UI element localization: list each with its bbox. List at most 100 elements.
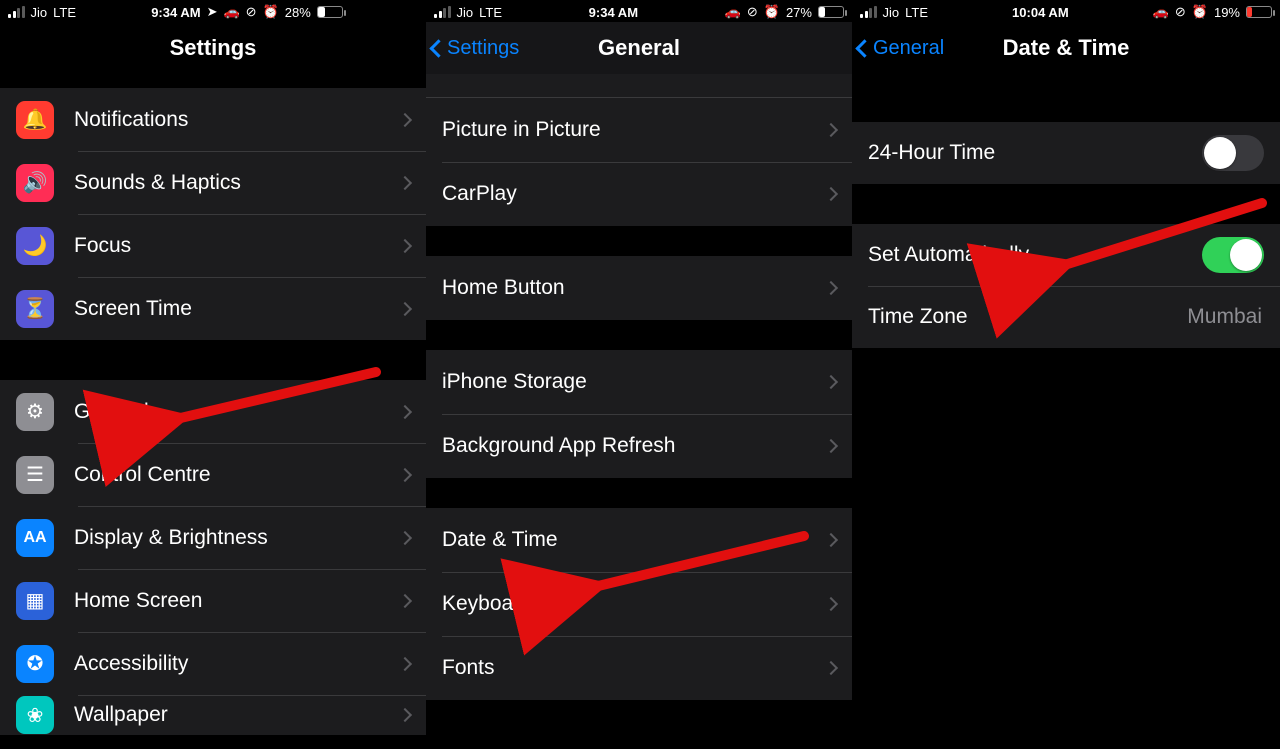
annotation-arrow-icon — [584, 530, 814, 600]
row-background-app-refresh[interactable]: Background App Refresh — [426, 414, 852, 478]
hourglass-icon: ⏳ — [16, 290, 54, 328]
flower-icon: ❀ — [16, 696, 54, 734]
chevron-right-icon — [398, 530, 412, 544]
row-focus[interactable]: 🌙 Focus — [0, 214, 426, 277]
row-label: 24-Hour Time — [868, 141, 1202, 165]
chevron-left-icon — [429, 39, 447, 57]
back-button[interactable]: General — [858, 22, 944, 74]
chevron-right-icon — [398, 708, 412, 722]
carrier-label: Jio — [883, 5, 900, 20]
row-label: Focus — [74, 234, 400, 258]
network-label: LTE — [53, 5, 76, 20]
statusbar: Jio LTE 9:34 AM 🚗 ⊘ ⏰ 27% — [426, 0, 852, 22]
chevron-right-icon — [824, 661, 838, 675]
orientation-lock-icon: ⊘ — [747, 4, 758, 20]
chevron-right-icon — [398, 301, 412, 315]
text-size-icon: AA — [16, 519, 54, 557]
row-label: Screen Time — [74, 297, 400, 321]
accessibility-icon: ✪ — [16, 645, 54, 683]
row-picture-in-picture[interactable]: Picture in Picture — [426, 98, 852, 162]
network-label: LTE — [905, 5, 928, 20]
chevron-right-icon — [824, 281, 838, 295]
alarm-icon: ⏰ — [263, 4, 279, 20]
row-label: Time Zone — [868, 305, 1187, 329]
row-home-screen[interactable]: ▦ Home Screen — [0, 569, 426, 632]
car-icon: 🚗 — [1153, 4, 1169, 20]
chevron-right-icon — [824, 375, 838, 389]
carrier-label: Jio — [31, 5, 48, 20]
row-label: iPhone Storage — [442, 370, 826, 394]
back-button[interactable]: Settings — [432, 22, 519, 74]
alarm-icon: ⏰ — [1192, 4, 1208, 20]
panel-settings: Jio LTE 9:34 AM ➤ 🚗 ⊘ ⏰ 28% Settings 🔔 N… — [0, 0, 426, 749]
battery-pct: 27% — [786, 5, 812, 20]
row-label: Accessibility — [74, 652, 400, 676]
group-media: Picture in Picture CarPlay — [426, 98, 852, 226]
car-icon: 🚗 — [725, 4, 741, 20]
group-24hour: 24-Hour Time — [852, 122, 1280, 184]
moon-icon: 🌙 — [16, 227, 54, 265]
battery-icon — [1246, 6, 1272, 18]
chevron-left-icon — [855, 39, 873, 57]
chevron-right-icon — [824, 123, 838, 137]
row-sounds[interactable]: 🔊 Sounds & Haptics — [0, 151, 426, 214]
back-label: General — [873, 37, 944, 60]
row-screentime[interactable]: ⏳ Screen Time — [0, 277, 426, 340]
clock-label: 9:34 AM — [151, 5, 200, 20]
row-time-zone[interactable]: Time Zone Mumbai — [852, 286, 1280, 348]
battery-icon — [818, 6, 844, 18]
chevron-right-icon — [824, 533, 838, 547]
row-24-hour[interactable]: 24-Hour Time — [852, 122, 1280, 184]
orientation-lock-icon: ⊘ — [246, 4, 257, 20]
row-label: Fonts — [442, 656, 826, 680]
chevron-right-icon — [398, 238, 412, 252]
group-notifications: 🔔 Notifications 🔊 Sounds & Haptics 🌙 Foc… — [0, 88, 426, 340]
chevron-right-icon — [398, 656, 412, 670]
statusbar: Jio LTE 10:04 AM 🚗 ⊘ ⏰ 19% — [852, 0, 1280, 22]
toggle-24-hour[interactable] — [1202, 135, 1264, 171]
chevron-right-icon — [398, 593, 412, 607]
row-wallpaper[interactable]: ❀ Wallpaper — [0, 695, 426, 735]
toggles-icon: ☰ — [16, 456, 54, 494]
chevron-right-icon — [398, 175, 412, 189]
network-label: LTE — [479, 5, 502, 20]
chevron-right-icon — [398, 467, 412, 481]
carrier-label: Jio — [457, 5, 474, 20]
navbar-date-time: General Date & Time — [852, 22, 1280, 74]
navbar-general: Settings General — [426, 22, 852, 74]
navbar-settings: Settings — [0, 22, 426, 74]
chevron-right-icon — [824, 597, 838, 611]
row-label: Wallpaper — [74, 703, 400, 727]
location-icon: ➤ — [207, 4, 218, 20]
battery-pct: 28% — [285, 5, 311, 20]
time-zone-value: Mumbai — [1187, 305, 1262, 329]
row-notifications[interactable]: 🔔 Notifications — [0, 88, 426, 151]
page-title: Date & Time — [1003, 35, 1130, 61]
row-label: Notifications — [74, 108, 400, 132]
statusbar: Jio LTE 9:34 AM ➤ 🚗 ⊘ ⏰ 28% — [0, 0, 426, 22]
row-label: Display & Brightness — [74, 526, 400, 550]
chevron-right-icon — [398, 112, 412, 126]
row-label: Control Centre — [74, 463, 400, 487]
clock-label: 10:04 AM — [1012, 5, 1069, 20]
chevron-right-icon — [824, 187, 838, 201]
grid-icon: ▦ — [16, 582, 54, 620]
bell-icon: 🔔 — [16, 101, 54, 139]
row-control-centre[interactable]: ☰ Control Centre — [0, 443, 426, 506]
clock-label: 9:34 AM — [589, 5, 638, 20]
cellular-bars-icon — [8, 6, 25, 18]
row-accessibility[interactable]: ✪ Accessibility — [0, 632, 426, 695]
row-label: Home Screen — [74, 589, 400, 613]
chevron-right-icon — [824, 439, 838, 453]
row-home-button[interactable]: Home Button — [426, 256, 852, 320]
row-iphone-storage[interactable]: iPhone Storage — [426, 350, 852, 414]
row-carplay[interactable]: CarPlay — [426, 162, 852, 226]
gear-icon: ⚙︎ — [16, 393, 54, 431]
orientation-lock-icon: ⊘ — [1175, 4, 1186, 20]
row-fonts[interactable]: Fonts — [426, 636, 852, 700]
row-label: Home Button — [442, 276, 826, 300]
row-label: Background App Refresh — [442, 434, 826, 458]
alarm-icon: ⏰ — [764, 4, 780, 20]
group-homebutton: Home Button — [426, 256, 852, 320]
row-display[interactable]: AA Display & Brightness — [0, 506, 426, 569]
